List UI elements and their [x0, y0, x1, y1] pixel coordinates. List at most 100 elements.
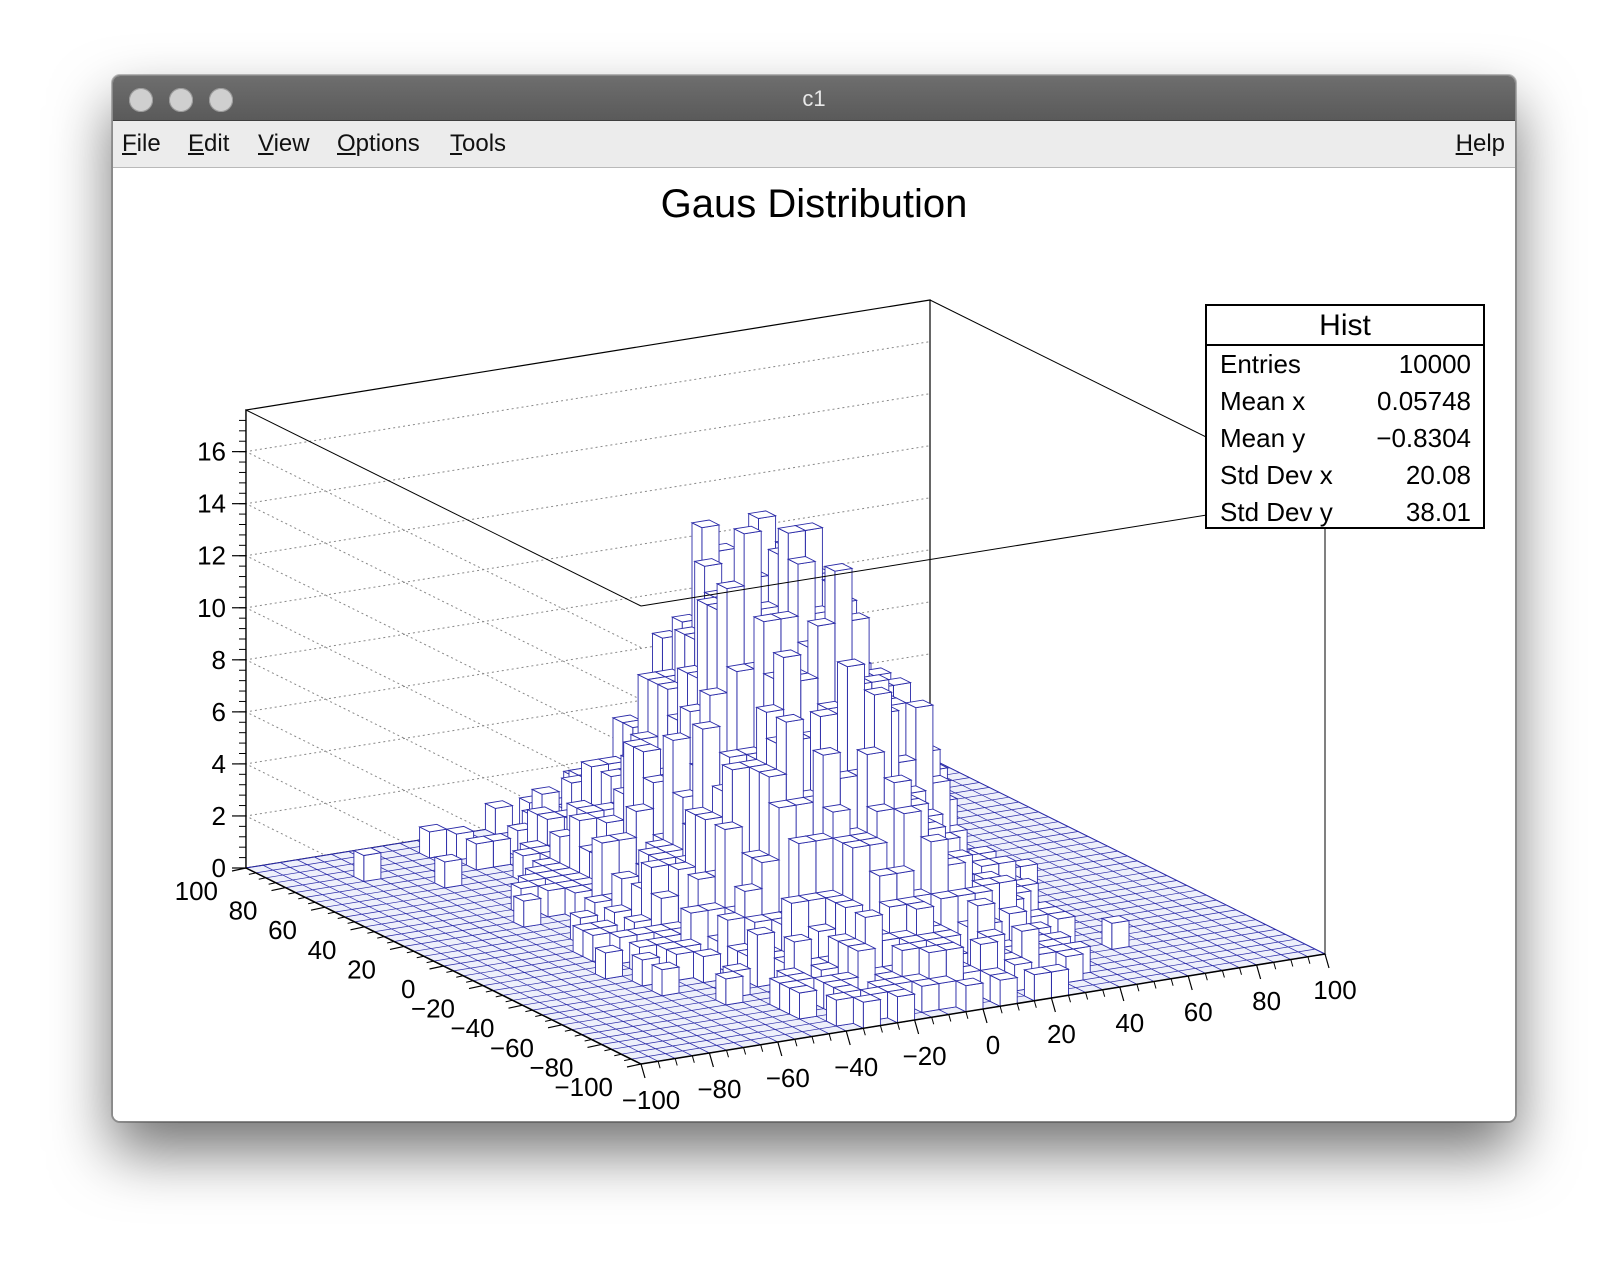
- menu-view[interactable]: View: [258, 130, 310, 158]
- y-tick: [468, 985, 484, 990]
- y-tick-label: 80: [229, 896, 258, 926]
- z-tick-label: 14: [197, 489, 226, 519]
- stats-value: 20.08: [1405, 460, 1471, 490]
- x-minor-tick: [674, 1058, 678, 1066]
- menu-edit-mnemonic: E: [188, 130, 205, 157]
- z-tick-label: 2: [212, 801, 226, 831]
- y-minor-tick: [298, 896, 306, 900]
- root-canvas-window: c1 File Edit View Options Tools Help −10…: [112, 75, 1516, 1122]
- x-tick-label: 40: [1115, 1008, 1144, 1038]
- stats-value: 38.01: [1405, 497, 1471, 527]
- stats-row-std-y: Std Dev y 38.01: [1207, 494, 1483, 531]
- plot-title: Gaus Distribution: [660, 182, 968, 226]
- y-minor-tick: [248, 872, 256, 875]
- y-minor-tick: [604, 1048, 612, 1052]
- y-tick: [429, 965, 444, 970]
- stats-box[interactable]: Hist Entries 10000 Mean x 0.05748 Mean y −0…: [1205, 304, 1485, 529]
- histogram-bar: [363, 852, 382, 883]
- x-minor-tick: [657, 1061, 661, 1069]
- histogram-bar: [835, 996, 854, 1027]
- z-tick-label: 0: [212, 853, 226, 883]
- plot-canvas[interactable]: −100 −80 −60 −40 −20 0 20 40 60 80 100 100 80 60 40 20 0…: [113, 168, 1515, 1121]
- menu-options-label: ptions: [355, 130, 420, 157]
- histogram-bar: [444, 858, 463, 889]
- x-minor-tick: [743, 1047, 747, 1055]
- x-tick: [1119, 986, 1125, 1002]
- y-minor-tick: [466, 980, 474, 983]
- title-bar[interactable]: c1: [113, 76, 1515, 121]
- menu-edit[interactable]: Edit: [188, 130, 229, 158]
- window-title: c1: [802, 86, 826, 111]
- stats-value: −0.8304: [1376, 423, 1471, 453]
- z-tick-label: 12: [197, 541, 226, 571]
- y-minor-tick: [574, 1034, 582, 1037]
- x-minor-tick: [811, 1036, 815, 1044]
- stats-value: 0.05748: [1377, 386, 1471, 416]
- y-minor-tick: [426, 960, 434, 964]
- x-tick-label: 100: [1313, 975, 1356, 1005]
- x-tick-label: −40: [834, 1052, 878, 1082]
- stats-row-entries: Entries 10000: [1207, 346, 1483, 383]
- y-minor-tick: [377, 936, 385, 939]
- menu-bar: File Edit View Options Tools Help: [113, 121, 1515, 168]
- x-tick-label: 60: [1184, 997, 1213, 1027]
- x-minor-tick: [828, 1033, 832, 1041]
- y-minor-tick: [288, 892, 296, 895]
- x-minor-tick: [862, 1028, 866, 1036]
- stats-label: Std Dev x: [1220, 460, 1333, 490]
- y-minor-tick: [584, 1039, 592, 1042]
- histogram-bar: [799, 989, 818, 1020]
- x-tick: [1324, 953, 1330, 969]
- y-minor-tick: [327, 911, 335, 915]
- x-tick: [1256, 964, 1262, 980]
- x-minor-tick: [879, 1025, 883, 1033]
- menu-view-mnemonic: V: [258, 130, 274, 157]
- stats-label: Mean y: [1220, 423, 1306, 453]
- y-tick: [389, 945, 405, 950]
- histogram-bar: [897, 993, 916, 1024]
- y-minor-tick: [446, 970, 454, 973]
- z-tick-label: 16: [197, 437, 226, 467]
- x-tick: [1050, 997, 1056, 1013]
- y-minor-tick: [416, 955, 424, 959]
- menu-edit-label: dit: [204, 130, 230, 157]
- y-tick-label: −60: [490, 1033, 534, 1063]
- y-tick: [587, 1043, 602, 1048]
- menu-file-mnemonic: F: [122, 130, 137, 157]
- histogram-bar: [661, 966, 680, 997]
- menu-file[interactable]: File: [122, 130, 161, 158]
- y-minor-tick: [406, 950, 414, 954]
- y-minor-tick: [564, 1029, 572, 1032]
- y-minor-tick: [535, 1014, 543, 1017]
- histogram-bar: [938, 980, 957, 1011]
- histogram-bar: [1033, 971, 1052, 1002]
- histogram-bar: [429, 828, 448, 859]
- y-minor-tick: [614, 1053, 622, 1057]
- y-minor-tick: [367, 931, 375, 934]
- y-tick: [547, 1024, 563, 1029]
- histogram-bar: [604, 949, 623, 980]
- x-minor-tick: [760, 1044, 764, 1052]
- histogram-bar: [1050, 968, 1069, 999]
- y-minor-tick: [545, 1019, 553, 1022]
- y-tick: [350, 926, 365, 931]
- y-tick: [310, 906, 326, 911]
- y-tick: [626, 1063, 642, 1068]
- stats-label: Entries: [1220, 349, 1301, 379]
- menu-options[interactable]: Options: [337, 130, 420, 158]
- menu-help[interactable]: Help: [1456, 130, 1505, 158]
- menu-tools[interactable]: Tools: [450, 130, 506, 158]
- y-minor-tick: [337, 916, 345, 919]
- x-tick: [982, 1008, 988, 1024]
- menu-view-label: iew: [273, 130, 310, 157]
- x-minor-tick: [999, 1006, 1003, 1014]
- y-tick-label: 60: [268, 915, 297, 945]
- x-minor-tick: [1033, 1000, 1037, 1008]
- x-tick-label: 20: [1047, 1019, 1076, 1049]
- x-tick: [1187, 975, 1193, 991]
- histogram-bar: [475, 840, 494, 871]
- y-minor-tick: [387, 941, 395, 944]
- y-minor-tick: [624, 1058, 632, 1062]
- x-minor-tick: [948, 1014, 952, 1022]
- y-minor-tick: [258, 877, 266, 880]
